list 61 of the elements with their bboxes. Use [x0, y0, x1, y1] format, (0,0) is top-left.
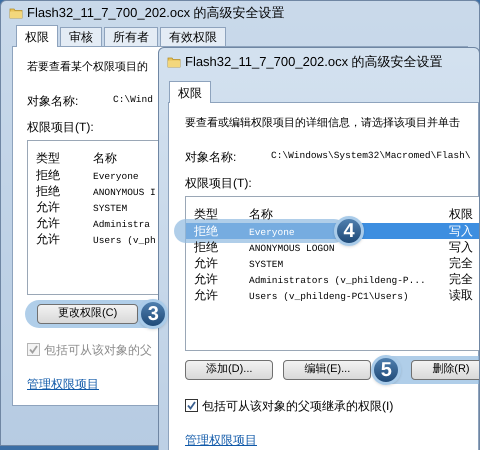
- table-cell: 完全: [449, 256, 473, 270]
- table-cell: Everyone: [93, 170, 139, 182]
- table-cell: 完全: [449, 272, 473, 286]
- table-cell: ANONYMOUS LOGON: [249, 242, 335, 254]
- table-cell: 拒绝: [194, 240, 218, 254]
- table-cell: 写入: [449, 240, 473, 254]
- list-row[interactable]: 允许 Administrators (v_phildeng-P... 完全: [186, 270, 479, 286]
- table-cell: Administra: [93, 218, 150, 230]
- tab[interactable]: 权限: [169, 81, 211, 103]
- checkbox-label: 包括可从该对象的父: [44, 342, 152, 358]
- table-cell: 允许: [194, 288, 218, 302]
- table-cell: Users (v_ph: [93, 234, 156, 246]
- table-cell: 读取: [449, 288, 473, 302]
- table-cell: 允许: [36, 232, 60, 246]
- manage-permissions-link[interactable]: 管理权限项目: [185, 430, 257, 448]
- tab[interactable]: 所有者: [104, 27, 158, 46]
- column-header[interactable]: 权限: [449, 206, 473, 220]
- table-cell: Administrators (v_phildeng-P...: [249, 274, 426, 286]
- object-path: C:\Windows\System32\Macromed\Flash\: [271, 149, 471, 164]
- list-row[interactable]: 允许 SYSTEM 完全: [186, 254, 479, 270]
- checkbox-label: 包括可从该对象的父项继承的权限(I): [202, 398, 394, 414]
- column-header[interactable]: 类型: [36, 150, 60, 164]
- column-header[interactable]: 类型: [194, 206, 218, 220]
- button[interactable]: 删除(R): [411, 360, 479, 380]
- list-row[interactable]: 允许 Users (v_phildeng-PC1\Users) 读取: [186, 286, 479, 302]
- folder-icon: [9, 6, 23, 20]
- field-label: 权限项目(T):: [27, 118, 94, 136]
- step-number-badge: 4: [334, 216, 364, 246]
- table-cell: 允许: [194, 272, 218, 286]
- description-text: 要查看或编辑权限项目的详细信息，请选择该项目并单击: [185, 116, 460, 131]
- description-text: 若要查看某个权限项目的: [27, 60, 148, 75]
- table-cell: Users (v_phildeng-PC1\Users): [249, 290, 409, 302]
- table-cell: Everyone: [249, 226, 295, 238]
- window-title: Flash32_11_7_700_202.ocx 的高级安全设置: [27, 4, 285, 22]
- manage-permissions-link[interactable]: 管理权限项目: [27, 374, 99, 392]
- column-header[interactable]: 名称: [249, 206, 273, 220]
- folder-icon: [167, 55, 181, 69]
- field-label: 对象名称:: [185, 148, 238, 166]
- button[interactable]: 更改权限(C): [37, 304, 138, 324]
- step-number-badge: 5: [371, 354, 402, 384]
- table-cell: 拒绝: [36, 184, 60, 198]
- table-cell: SYSTEM: [249, 258, 284, 270]
- tab[interactable]: 审核: [60, 27, 102, 46]
- table-cell: 拒绝: [36, 168, 60, 182]
- field-label: 对象名称:: [27, 92, 80, 110]
- table-cell: 拒绝: [194, 224, 218, 238]
- table-cell: 允许: [194, 256, 218, 270]
- object-path: C:\Wind: [113, 93, 153, 108]
- table-cell: SYSTEM: [93, 202, 128, 214]
- tab[interactable]: 有效权限: [160, 27, 226, 46]
- button[interactable]: 添加(D)...: [185, 360, 274, 380]
- window-title: Flash32_11_7_700_202.ocx 的高级安全设置: [185, 53, 443, 72]
- tab[interactable]: 权限: [16, 25, 58, 47]
- table-cell: 允许: [36, 200, 60, 214]
- button[interactable]: 编辑(E)...: [283, 360, 372, 380]
- column-header[interactable]: 名称: [93, 150, 117, 164]
- field-label: 权限项目(T):: [185, 174, 252, 192]
- table-cell: 允许: [36, 216, 60, 230]
- table-cell: ANONYMOUS I: [93, 186, 156, 198]
- table-cell: 写入: [449, 224, 473, 238]
- checkbox[interactable]: [185, 399, 198, 412]
